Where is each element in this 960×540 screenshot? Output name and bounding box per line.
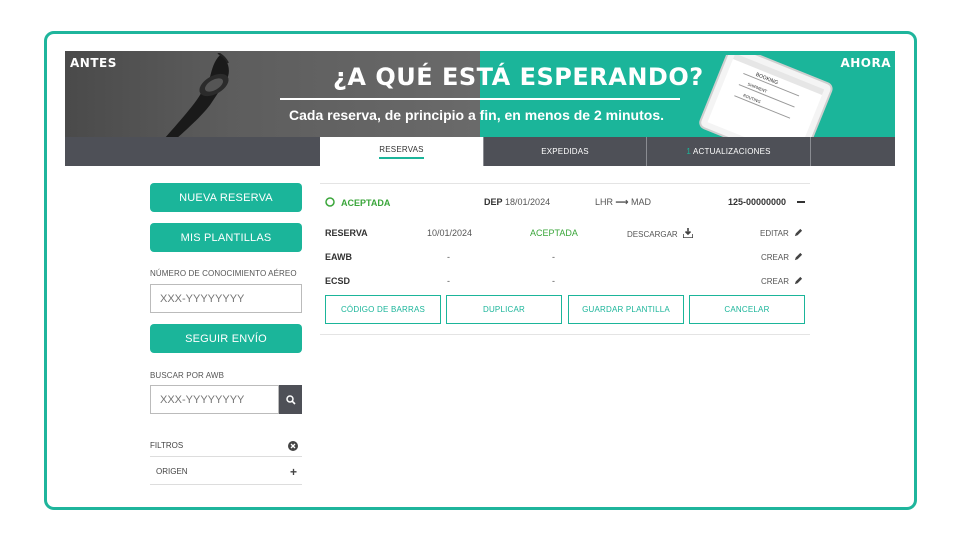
status-circle-icon [325,197,335,207]
filter-origin[interactable]: ORIGEN + [150,459,302,485]
pencil-icon [795,252,803,261]
arrow-right-icon: ⟶ [615,197,629,207]
cancel-button[interactable]: CANCELAR [689,295,805,324]
awb-number: 125-00000000 [728,197,787,207]
card-bottom-divider [320,334,810,335]
row-ecsd-name: ECSD [325,276,351,286]
track-shipment-button[interactable]: SEGUIR ENVÍO [150,324,302,353]
expand-plus-icon: + [289,464,297,479]
create-eawb-link[interactable]: CREAR [761,252,803,262]
route-origin: LHR [595,197,614,207]
card-top-divider [320,183,810,184]
barcode-button[interactable]: CÓDIGO DE BARRAS [325,295,441,324]
duplicate-button[interactable]: DUPLICAR [446,295,562,324]
after-label: AHORA [840,56,891,70]
save-template-button[interactable]: GUARDAR PLANTILLA [568,295,684,324]
tab-reservas[interactable]: RESERVAS [320,137,484,166]
booking-status: ACEPTADA [341,198,391,208]
search-button[interactable] [279,385,302,414]
clear-filters-icon[interactable] [288,440,298,451]
origin-filter-label: ORIGEN [156,467,188,476]
banner-headline-rule [280,98,680,100]
row-eawb-date: - [447,252,450,262]
new-booking-button[interactable]: NUEVA RESERVA [150,183,302,212]
row-eawb-name: EAWB [325,252,352,262]
awb-number-label: NÚMERO DE CONOCIMIENTO AÉREO [150,269,297,278]
row-eawb-status: - [552,252,555,262]
download-link[interactable]: DESCARGAR [627,228,694,239]
filters-label: FILTROS [150,441,184,450]
row-ecsd-date: - [447,276,450,286]
download-icon [682,228,694,239]
row-reserva-status: ACEPTADA [530,228,578,238]
pencil-icon [794,228,803,237]
awb-number-input[interactable] [150,284,302,313]
search-awb-label: BUSCAR POR AWB [150,371,225,380]
search-icon [285,394,296,405]
route: LHR ⟶ MAD [595,197,651,208]
create-ecsd-link[interactable]: CREAR [761,276,803,286]
my-templates-button[interactable]: MIS PLANTILLAS [150,223,302,252]
tablet-device-icon: BOOKING SHIPMENT ROUTING [699,55,833,137]
filters-header: FILTROS [150,435,302,457]
tab-expedidas[interactable]: EXPEDIDAS [484,137,647,166]
telephone-handset-icon [165,53,229,137]
search-awb-input[interactable] [150,385,279,414]
before-label: ANTES [70,56,117,70]
row-ecsd-status: - [552,276,555,286]
collapse-minus-icon[interactable] [797,201,805,203]
row-reserva-date: 10/01/2024 [427,228,473,238]
main-nav: RESERVAS EXPEDIDAS 1 ACTUALIZACIONES [65,137,895,166]
row-reserva-name: RESERVA [325,228,368,238]
edit-booking-link[interactable]: EDITAR [760,228,803,238]
route-destination: MAD [630,197,651,207]
departure-info: DEP 18/01/2024 [484,197,551,207]
tab-actualizaciones[interactable]: 1 ACTUALIZACIONES [647,137,811,166]
banner-subline: Cada reserva, de principio a fin, en men… [289,107,664,123]
pencil-icon [795,276,803,285]
banner-headline: ¿A QUÉ ESTÁ ESPERANDO? [333,63,704,91]
updates-count-badge: 1 [686,147,691,156]
promo-banner: ¿A QUÉ ESTÁ ESPERANDO? Cada reserva, de … [65,51,895,137]
